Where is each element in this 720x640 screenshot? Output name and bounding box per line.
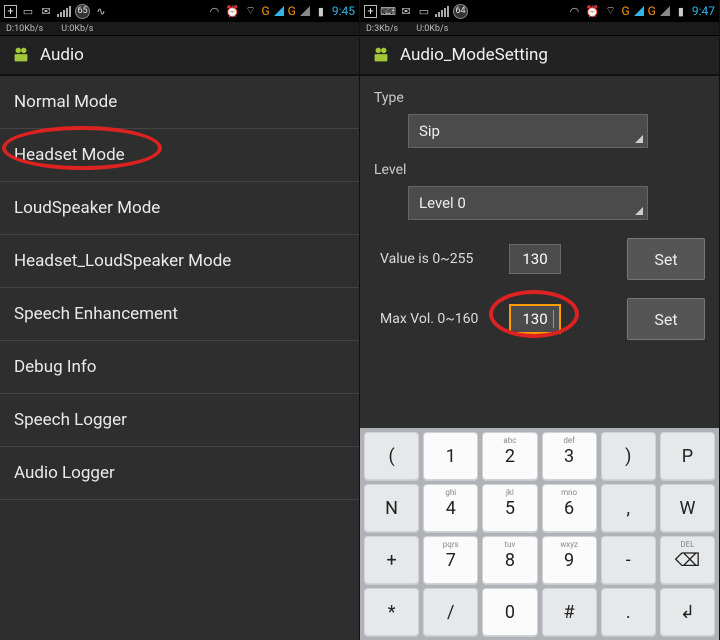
key-open-paren[interactable]: (	[364, 432, 419, 480]
wifi-icon: ⌔	[243, 4, 257, 18]
signal-2-icon	[300, 6, 310, 16]
up-speed: U:0Kb/s	[416, 24, 448, 34]
key-5[interactable]: jkl5	[482, 484, 537, 532]
key-delete[interactable]: DEL⌫	[660, 536, 715, 584]
signal-bars-icon	[435, 6, 449, 17]
key-comma[interactable]: ,	[601, 484, 656, 532]
activity-icon: ∿	[94, 4, 108, 18]
battery-badge: 65	[75, 4, 90, 19]
add-icon: +	[364, 5, 377, 18]
list-item-speech-enhancement[interactable]: Speech Enhancement	[0, 288, 359, 341]
android-app-icon	[370, 44, 392, 66]
key-1[interactable]: 1	[423, 432, 478, 480]
phone-right: + ⌨ ✉ ▭ 64 ◠ ⏰ ⌔ G G ▮ 9:47 D:3Kb/s U:0K…	[360, 0, 720, 640]
type-label: Type	[374, 90, 705, 106]
list-item-speech-logger[interactable]: Speech Logger	[0, 394, 359, 447]
key-enter[interactable]: ↲	[660, 588, 715, 636]
wifi-icon: ⌔	[603, 4, 617, 18]
battery-badge: 64	[453, 4, 468, 19]
value-label: Value is 0~255	[374, 251, 499, 267]
key-plus[interactable]: +	[364, 536, 419, 584]
alarm-icon: ⏰	[225, 4, 239, 18]
app-bar: Audio	[0, 36, 359, 76]
key-7[interactable]: pqrs7	[423, 536, 478, 584]
list-item-headset-mode[interactable]: Headset Mode	[0, 129, 359, 182]
maxvol-row: Max Vol. 0~160 130 Set	[374, 298, 705, 340]
mode-setting-form: Type Sip Level Level 0 Value is 0~255 13…	[360, 76, 719, 348]
net-speed-bar: D:10Kb/s U:0Kb/s	[0, 22, 359, 36]
key-close-paren[interactable]: )	[601, 432, 656, 480]
key-4[interactable]: ghi4	[423, 484, 478, 532]
down-speed: D:3Kb/s	[366, 24, 398, 34]
phone-left: + ▭ ✉ 65 ∿ ◠ ⏰ ⌔ G G ▮ 9:45 D:10Kb/s U:0…	[0, 0, 360, 640]
type-spinner[interactable]: Sip	[408, 114, 648, 148]
level-label: Level	[374, 162, 705, 178]
key-3[interactable]: def3	[542, 432, 597, 480]
list-item-headset-loudspeaker-mode[interactable]: Headset_LoudSpeaker Mode	[0, 235, 359, 288]
headset-icon: ◠	[567, 4, 581, 18]
value-row: Value is 0~255 130 Set	[374, 238, 705, 280]
key-6[interactable]: mno6	[542, 484, 597, 532]
set-maxvol-button[interactable]: Set	[627, 298, 705, 340]
alarm-icon: ⏰	[585, 4, 599, 18]
battery-icon: ▮	[674, 4, 688, 18]
picture-icon: ▭	[21, 4, 35, 18]
list-item-audio-logger[interactable]: Audio Logger	[0, 447, 359, 500]
clock: 9:45	[332, 4, 355, 18]
key-star[interactable]: *	[364, 588, 419, 636]
signal-bars-icon	[57, 6, 71, 17]
battery-icon: ▮	[314, 4, 328, 18]
list-item-normal-mode[interactable]: Normal Mode	[0, 76, 359, 129]
audio-mode-list: Normal Mode Headset Mode LoudSpeaker Mod…	[0, 76, 359, 500]
signal-1-icon	[634, 6, 644, 16]
keyboard-icon: ⌨	[381, 4, 395, 18]
key-n[interactable]: N	[364, 484, 419, 532]
mail-icon: ✉	[39, 4, 53, 18]
app-bar: Audio_ModeSetting	[360, 36, 719, 76]
net-speed-bar: D:3Kb/s U:0Kb/s	[360, 22, 719, 36]
add-icon: +	[4, 5, 17, 18]
status-bar: + ⌨ ✉ ▭ 64 ◠ ⏰ ⌔ G G ▮ 9:47	[360, 0, 719, 22]
key-minus[interactable]: -	[601, 536, 656, 584]
key-2[interactable]: abc2	[482, 432, 537, 480]
mail-icon: ✉	[399, 4, 413, 18]
level-value: Level 0	[419, 194, 466, 212]
maxvol-input[interactable]: 130	[509, 304, 561, 334]
key-hash[interactable]: #	[542, 588, 597, 636]
key-dot[interactable]: .	[601, 588, 656, 636]
key-8[interactable]: tuv8	[482, 536, 537, 584]
app-title: Audio	[40, 45, 84, 65]
set-value-button[interactable]: Set	[627, 238, 705, 280]
list-item-debug-info[interactable]: Debug Info	[0, 341, 359, 394]
up-speed: U:0Kb/s	[61, 24, 93, 34]
list-item-loudspeaker-mode[interactable]: LoudSpeaker Mode	[0, 182, 359, 235]
signal-2-icon	[660, 6, 670, 16]
network-g-icon-2: G	[648, 4, 656, 18]
android-app-icon	[10, 44, 32, 66]
numeric-keyboard: ( 1 abc2 def3 ) P N ghi4 jkl5 mno6 , W +…	[360, 428, 719, 640]
picture-icon: ▭	[417, 4, 431, 18]
key-p[interactable]: P	[660, 432, 715, 480]
key-slash[interactable]: /	[423, 588, 478, 636]
network-g-icon: G	[621, 4, 629, 18]
network-g-icon-2: G	[288, 4, 296, 18]
status-bar: + ▭ ✉ 65 ∿ ◠ ⏰ ⌔ G G ▮ 9:45	[0, 0, 359, 22]
clock: 9:47	[692, 4, 715, 18]
signal-1-icon	[274, 6, 284, 16]
key-9[interactable]: wxyz9	[542, 536, 597, 584]
app-title: Audio_ModeSetting	[400, 45, 548, 65]
network-g-icon: G	[261, 4, 269, 18]
down-speed: D:10Kb/s	[6, 24, 43, 34]
key-0[interactable]: 0	[482, 588, 537, 636]
key-w[interactable]: W	[660, 484, 715, 532]
headset-icon: ◠	[207, 4, 221, 18]
maxvol-label: Max Vol. 0~160	[374, 311, 499, 327]
level-spinner[interactable]: Level 0	[408, 186, 648, 220]
value-input[interactable]: 130	[509, 244, 561, 274]
type-value: Sip	[419, 122, 440, 140]
